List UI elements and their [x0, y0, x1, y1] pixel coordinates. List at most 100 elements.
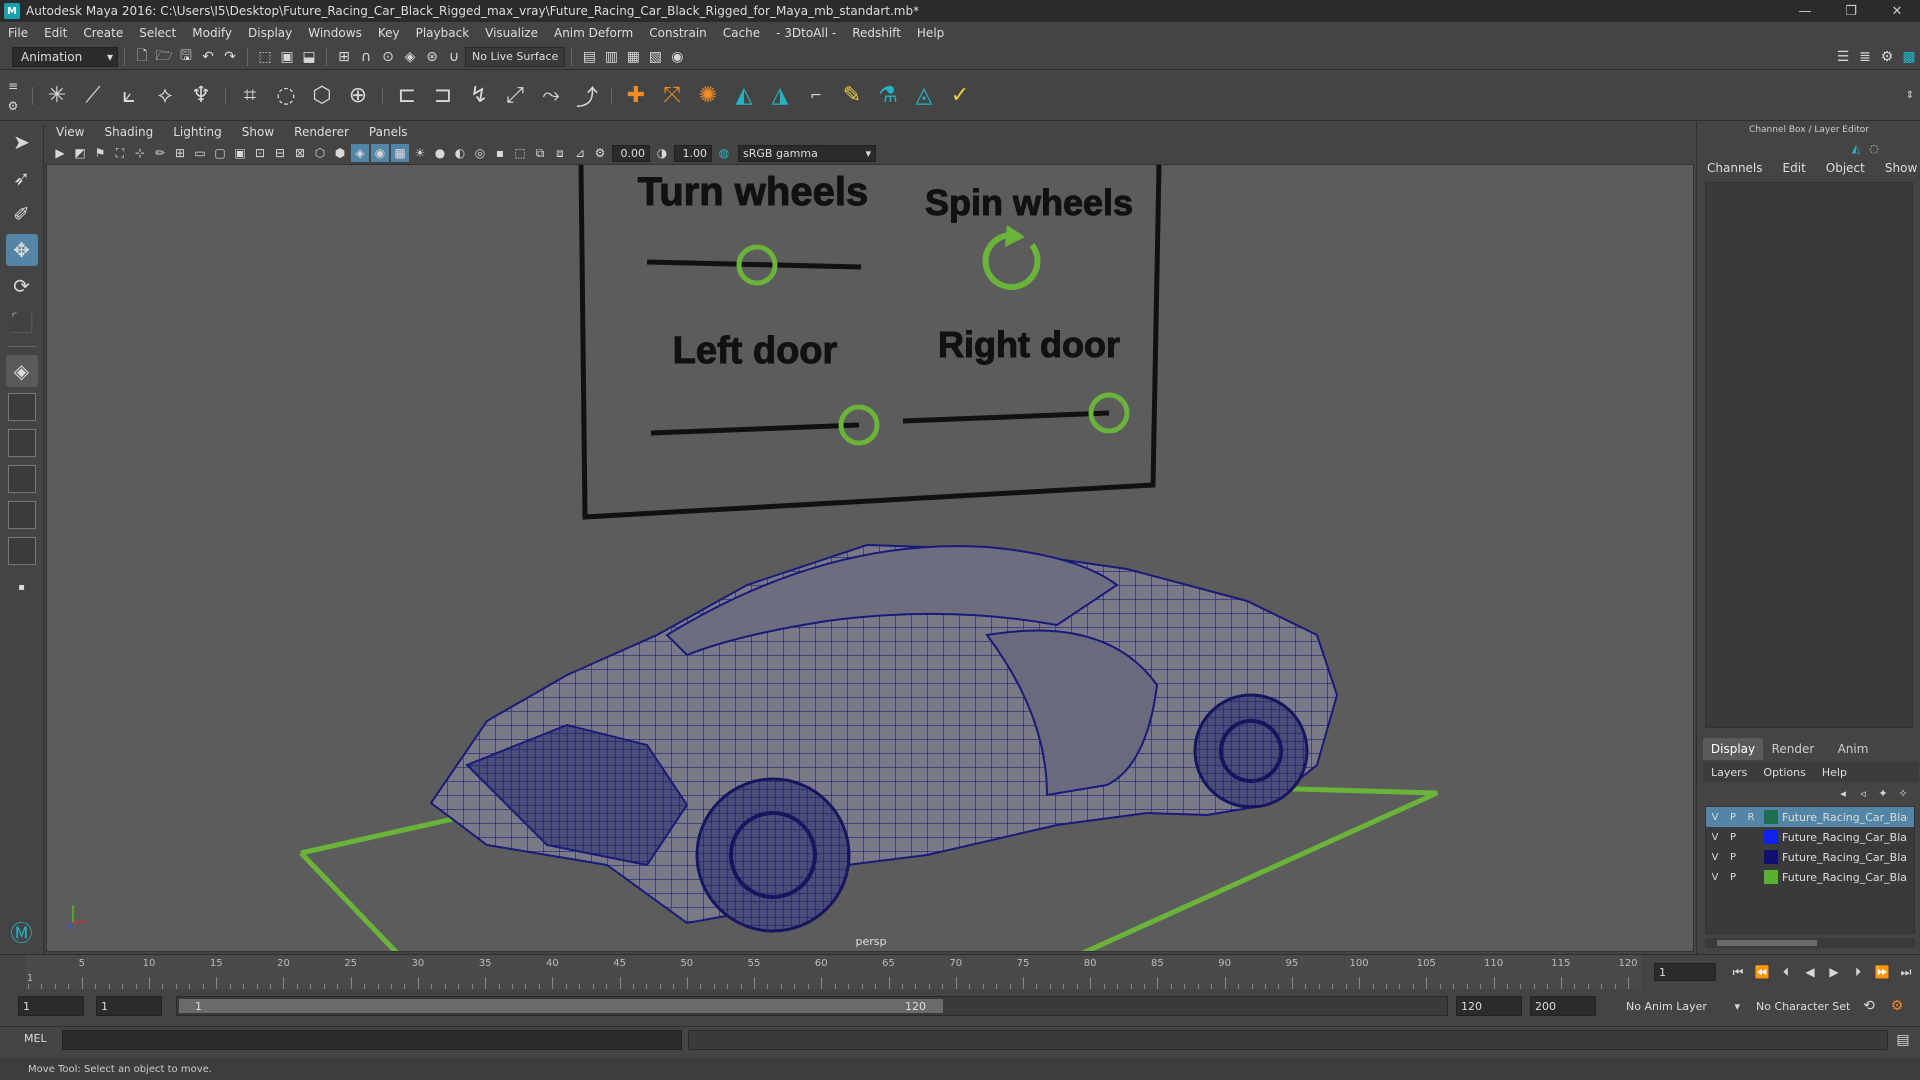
sculpt-deformer-icon[interactable]: ⊕: [342, 80, 374, 112]
anim-layer-dropdown[interactable]: No Anim Layer ▾: [1622, 996, 1744, 1016]
open-scene-icon[interactable]: 🗁: [154, 47, 174, 67]
playback-end-field[interactable]: 120: [1456, 996, 1522, 1016]
menu-cache[interactable]: Cache: [715, 26, 768, 40]
go-to-start-icon[interactable]: ⏮: [1727, 961, 1749, 983]
step-back-frame-icon[interactable]: ⏴: [1775, 961, 1797, 983]
select-hierarchy-icon[interactable]: ⬚: [255, 47, 275, 67]
shelf-spacer-icon[interactable]: ⌐: [800, 80, 832, 112]
layer-list-scrollbar[interactable]: [1705, 938, 1915, 948]
grease-pencil-icon[interactable]: ✏: [151, 144, 169, 162]
step-forward-key-icon[interactable]: ⏩: [1871, 961, 1893, 983]
channel-box-icon[interactable]: ▩: [1899, 47, 1919, 67]
frame-all-icon[interactable]: ⊿: [571, 144, 589, 162]
menu-redshift[interactable]: Redshift: [844, 26, 909, 40]
layer-visibility-toggle[interactable]: V: [1706, 869, 1724, 885]
color-management-icon[interactable]: ◍: [715, 144, 733, 162]
go-to-end-icon[interactable]: ⏭: [1895, 961, 1917, 983]
wireframe-on-shaded-icon[interactable]: ◈: [351, 144, 369, 162]
shelf-scroll-icon[interactable]: ⇕: [1902, 80, 1918, 112]
layer-visibility-toggle[interactable]: V: [1706, 829, 1724, 845]
paint-weights-icon[interactable]: ✎: [836, 80, 868, 112]
bind-skin-icon[interactable]: ⟡: [149, 80, 181, 112]
move-tool-icon[interactable]: ✥: [5, 234, 38, 266]
snap-curve-icon[interactable]: ∩: [356, 47, 376, 67]
single-perspective-layout-icon[interactable]: ◈: [5, 355, 38, 387]
panel-menu-renderer[interactable]: Renderer: [284, 125, 359, 139]
layer-reference-toggle[interactable]: [1742, 829, 1760, 845]
outliner-layout-icon[interactable]: [7, 465, 36, 493]
grid-icon[interactable]: ⊞: [171, 144, 189, 162]
use-lights-icon[interactable]: ☀: [411, 144, 429, 162]
select-component-icon[interactable]: ⬓: [299, 47, 319, 67]
time-ruler[interactable]: 1 5 10 15 20 25 30 35 40 45 50 55 60 65 70 75 80 85 90 95 1…: [26, 955, 1642, 989]
effector-icon[interactable]: ✺: [692, 80, 724, 112]
tab-anim[interactable]: Anim: [1823, 738, 1883, 760]
key-tangent-icon[interactable]: ◮: [764, 80, 796, 112]
new-scene-icon[interactable]: 🗋: [132, 47, 152, 67]
layer-playback-toggle[interactable]: P: [1724, 809, 1742, 825]
render-settings-icon[interactable]: ▦: [623, 47, 643, 67]
shelf-settings-icon[interactable]: ⚙: [3, 96, 23, 116]
character-set-dropdown[interactable]: No Character Set: [1752, 996, 1870, 1016]
wire-deformer-icon[interactable]: ⬡: [306, 80, 338, 112]
layer-visibility-toggle[interactable]: V: [1706, 849, 1724, 865]
shadows-icon[interactable]: ●: [431, 144, 449, 162]
bookmark-icon[interactable]: ⚑: [91, 144, 109, 162]
animation-end-field[interactable]: 200: [1530, 996, 1596, 1016]
maximize-button[interactable]: ❐: [1828, 0, 1874, 22]
attribute-toggle-icon[interactable]: ◌: [1866, 140, 1882, 156]
ambient-occlusion-icon[interactable]: ◐: [451, 144, 469, 162]
ipr-render-icon[interactable]: ▥: [601, 47, 621, 67]
camera-icon[interactable]: ▶: [51, 144, 69, 162]
magnet-icon[interactable]: ∪: [444, 47, 464, 67]
menu-select[interactable]: Select: [131, 26, 184, 40]
panel-menu-show[interactable]: Show: [232, 125, 284, 139]
script-editor-icon[interactable]: ▤: [1893, 1030, 1913, 1050]
layer-reference-toggle[interactable]: [1742, 869, 1760, 885]
layer-color-swatch[interactable]: [1764, 870, 1778, 884]
menu-modify[interactable]: Modify: [184, 26, 240, 40]
channels-menu[interactable]: Channels: [1697, 161, 1773, 175]
wireframe-icon[interactable]: ⬡: [311, 144, 329, 162]
move-layer-up-icon[interactable]: ◂: [1834, 785, 1852, 801]
racing-car-model[interactable]: [429, 543, 1339, 933]
xray-icon[interactable]: ◉: [371, 144, 389, 162]
move-layer-down-icon[interactable]: ◃: [1854, 785, 1872, 801]
select-tool-icon[interactable]: ➤: [6, 126, 38, 158]
character-icon[interactable]: ◬: [908, 80, 940, 112]
menu-display[interactable]: Display: [240, 26, 300, 40]
perspective-viewport[interactable]: Turn wheels Spin wheels Left door Right …: [46, 164, 1694, 952]
textured-icon[interactable]: ▦: [391, 144, 409, 162]
parent-constraint-icon[interactable]: ⊏: [391, 80, 423, 112]
safe-title-icon[interactable]: ⊠: [291, 144, 309, 162]
menu-edit[interactable]: Edit: [36, 26, 75, 40]
play-backwards-icon[interactable]: ◀: [1799, 961, 1821, 983]
2d-pan-icon[interactable]: ⊹: [131, 144, 149, 162]
ik-handle-icon[interactable]: ⟋: [77, 80, 109, 112]
menu-3dtoall[interactable]: - 3DtoAll -: [768, 26, 844, 40]
gamma-icon[interactable]: ◑: [653, 144, 671, 162]
step-forward-frame-icon[interactable]: ⏵: [1847, 961, 1869, 983]
help-menu[interactable]: Help: [1814, 766, 1855, 779]
current-frame-field[interactable]: 1: [1654, 963, 1716, 981]
shelf-menu-icon[interactable]: ≡: [3, 76, 23, 96]
hypershade-icon[interactable]: ▧: [645, 47, 665, 67]
menu-anim-deform[interactable]: Anim Deform: [546, 26, 641, 40]
panel-menu-shading[interactable]: Shading: [94, 125, 163, 139]
new-layer-icon[interactable]: ✦: [1874, 785, 1892, 801]
script-layout-icon[interactable]: [7, 537, 36, 565]
xray-active-icon[interactable]: ⧈: [551, 144, 569, 162]
channel-list[interactable]: [1705, 182, 1913, 728]
xray-joints-icon[interactable]: ⧉: [531, 144, 549, 162]
humanik-icon[interactable]: ♆: [185, 80, 217, 112]
layer-visibility-toggle[interactable]: V: [1706, 809, 1724, 825]
snap-grid-icon[interactable]: ⊞: [334, 47, 354, 67]
layer-playback-toggle[interactable]: P: [1724, 869, 1742, 885]
layer-color-swatch[interactable]: [1764, 850, 1778, 864]
layers-menu[interactable]: Layers: [1703, 766, 1755, 779]
scale-tool-icon[interactable]: ⬛: [6, 306, 38, 338]
panel-menu-panels[interactable]: Panels: [359, 125, 418, 139]
aim-constraint-icon[interactable]: ⤳: [535, 80, 567, 112]
menu-key[interactable]: Key: [370, 26, 408, 40]
camera-attrs-icon[interactable]: ◩: [71, 144, 89, 162]
